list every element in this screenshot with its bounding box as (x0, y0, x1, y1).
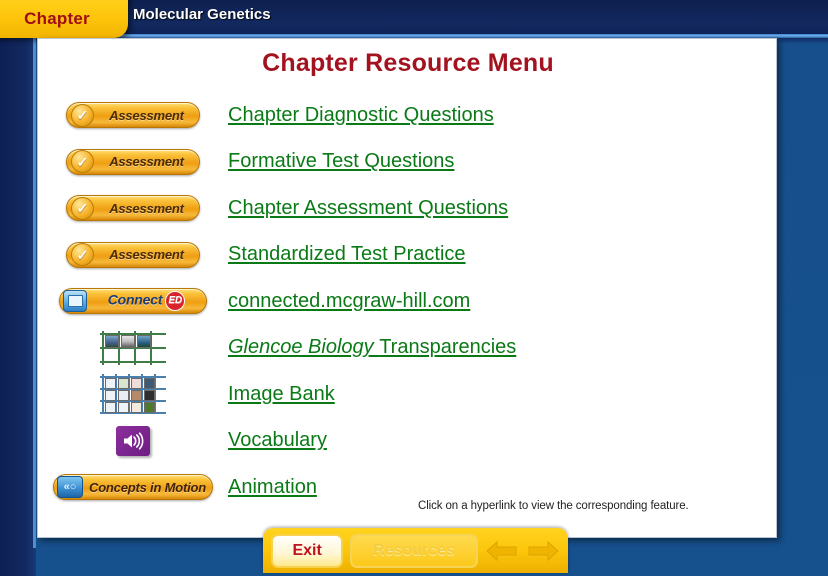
link-chapter-assessment-questions[interactable]: Chapter Assessment Questions (228, 197, 508, 220)
link-formative-test-questions[interactable]: Formative Test Questions (228, 150, 454, 173)
speaker-icon[interactable] (116, 425, 150, 456)
bottom-navigation-bar: Exit Resources (263, 528, 568, 573)
footnote-hint: Click on a hyperlink to view the corresp… (418, 500, 689, 512)
left-rail-accent (33, 38, 36, 548)
resource-icon-cell (38, 374, 228, 415)
check-icon: ✓ (71, 243, 94, 267)
link-animation[interactable]: Animation (228, 476, 317, 499)
page-title: Chapter Resource Menu (262, 49, 554, 77)
concepts-in-motion-button[interactable]: «○ Concepts in Motion (53, 474, 213, 501)
link-glencoe-biology-transparencies[interactable]: Glencoe Biology Transparencies (228, 336, 516, 359)
resource-link-cell: Chapter Assessment Questions (228, 197, 776, 220)
forward-arrow-icon[interactable] (526, 536, 560, 566)
chapter-tab-label: Chapter (24, 9, 90, 28)
chapter-tab[interactable]: Chapter (0, 0, 128, 38)
resource-icon-cell: «○ Concepts in Motion (38, 474, 228, 501)
image-bank-grid-icon[interactable] (100, 374, 166, 415)
resource-link-cell: Chapter Diagnostic Questions (228, 104, 776, 127)
resource-link-cell: Standardized Test Practice (228, 243, 776, 266)
assessment-button-label: Assessment (109, 154, 184, 170)
resource-icon-cell (38, 330, 228, 365)
resource-link-cell: Image Bank (228, 383, 776, 406)
resource-icon-cell: ✓ Assessment (38, 241, 228, 268)
assessment-button[interactable]: ✓ Assessment (66, 241, 200, 268)
assessment-button[interactable]: ✓ Assessment (66, 102, 200, 129)
assessment-button-label: Assessment (109, 107, 184, 123)
link-image-bank[interactable]: Image Bank (228, 383, 335, 406)
resource-link-cell: Formative Test Questions (228, 150, 776, 173)
resource-link-cell: Glencoe Biology Transparencies (228, 336, 776, 359)
check-icon: ✓ (71, 196, 94, 220)
assessment-button-label: Assessment (109, 247, 184, 263)
check-icon: ✓ (71, 103, 94, 127)
connect-label: Connect (107, 291, 163, 308)
link-italic-prefix: Glencoe Biology (228, 336, 380, 359)
resource-row: ✓ Assessment Standardized Test Practice (38, 232, 776, 279)
resource-link-cell: Animation (228, 476, 776, 499)
resource-link-cell: Vocabulary (228, 429, 776, 452)
motion-icon: «○ (57, 476, 83, 499)
back-arrow-icon[interactable] (485, 536, 519, 566)
resource-row: Vocabulary (38, 418, 776, 465)
monitor-icon (63, 290, 87, 313)
resources-button-label: Resources (373, 541, 455, 559)
resource-icon-cell: ✓ Assessment (38, 195, 228, 222)
link-standardized-test-practice[interactable]: Standardized Test Practice (228, 243, 466, 266)
resource-link-cell: connected.mcgraw-hill.com (228, 290, 776, 313)
link-text: Transparencies (379, 336, 517, 359)
application-frame: Molecular Genetics Chapter Chapter Resou… (0, 0, 828, 576)
link-chapter-diagnostic-questions[interactable]: Chapter Diagnostic Questions (228, 104, 494, 127)
assessment-button-label: Assessment (109, 200, 184, 216)
link-connected-mcgraw-hill[interactable]: connected.mcgraw-hill.com (228, 290, 470, 313)
check-icon: ✓ (71, 150, 94, 174)
assessment-button[interactable]: ✓ Assessment (66, 148, 200, 175)
resource-row: ✓ Assessment Chapter Diagnostic Question… (38, 92, 776, 139)
resource-row: Glencoe Biology Transparencies (38, 325, 776, 372)
resource-row: Connect ED connected.mcgraw-hill.com (38, 278, 776, 325)
concepts-in-motion-label: Concepts in Motion (89, 479, 206, 495)
resource-row: ✓ Assessment Formative Test Questions (38, 139, 776, 186)
connect-ed-button[interactable]: Connect ED (59, 288, 207, 315)
exit-button[interactable]: Exit (271, 533, 344, 568)
resource-list: ✓ Assessment Chapter Diagnostic Question… (38, 92, 776, 511)
resource-icon-cell: Connect ED (38, 288, 228, 315)
transparencies-grid-icon[interactable] (100, 330, 166, 365)
resource-row: ✓ Assessment Chapter Assessment Question… (38, 185, 776, 232)
assessment-button[interactable]: ✓ Assessment (66, 195, 200, 222)
resource-icon-cell: ✓ Assessment (38, 102, 228, 129)
link-vocabulary[interactable]: Vocabulary (228, 429, 327, 452)
resource-icon-cell (38, 425, 228, 456)
left-rail (0, 34, 36, 576)
ed-badge-icon: ED (165, 291, 186, 312)
connect-ed-button-label: Connect ED (87, 291, 206, 312)
chapter-title: Molecular Genetics (133, 6, 271, 23)
content-card: Chapter Resource Menu ✓ Assessment Chapt… (37, 38, 777, 538)
resources-button[interactable]: Resources (350, 533, 478, 568)
resource-row: Image Bank (38, 371, 776, 418)
resource-icon-cell: ✓ Assessment (38, 148, 228, 175)
exit-button-label: Exit (292, 541, 322, 559)
